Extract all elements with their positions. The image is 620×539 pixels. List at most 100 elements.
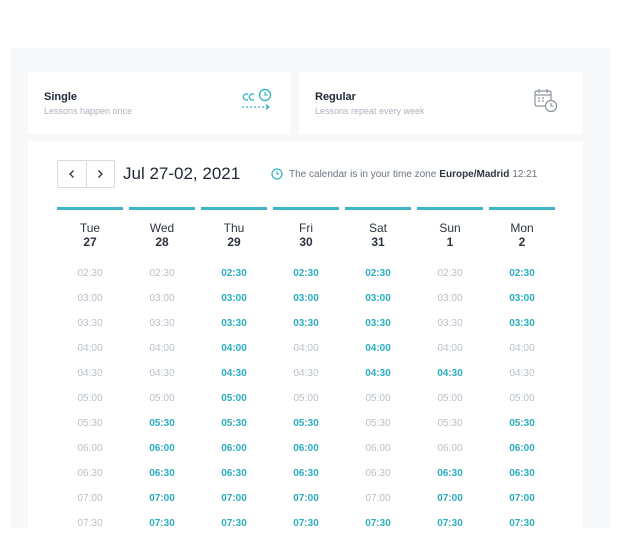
time-slot-unavailable: 04:30	[149, 368, 175, 379]
time-slot-available[interactable]: 07:00	[129, 486, 195, 511]
time-slot-available[interactable]: 03:30	[273, 311, 339, 336]
time-slot-available[interactable]: 06:30	[417, 461, 483, 486]
single-subtitle: Lessons happen once	[44, 106, 133, 116]
regular-subtitle: Lessons repeat every week	[315, 106, 425, 116]
day-column-bar	[345, 207, 411, 210]
time-slot-unavailable: 07:00	[365, 493, 391, 504]
time-slot-available[interactable]: 02:30	[201, 261, 267, 286]
day-name: Thu	[223, 221, 245, 235]
time-slot-available[interactable]: 05:00	[201, 386, 267, 411]
single-lesson-icon	[240, 88, 274, 117]
time-slot-unavailable: 06:30	[77, 468, 103, 479]
time-slot-unavailable: 05:00	[149, 393, 175, 404]
time-slot-unavailable: 04:30	[293, 368, 319, 379]
day-column: Sun 1 02:30 03:00 03:30 04:00 04:30 05:00 05:30 0…	[417, 207, 483, 536]
single-lesson-option[interactable]: Single Lessons happen once	[28, 72, 290, 134]
time-slot-available[interactable]: 06:00	[129, 436, 195, 461]
time-slot-unavailable: 04:30	[77, 368, 103, 379]
time-slot-available[interactable]: 06:00	[201, 436, 267, 461]
time-slot-unavailable: 06:30	[365, 468, 391, 479]
time-slot-unavailable: 04:00	[77, 343, 103, 354]
time-slot-unavailable: 06:00	[77, 443, 103, 454]
day-column: Tue 27 02:30 03:00 03:30 04:00 04:30 05:00 05:30…	[57, 207, 123, 536]
week-navigation	[57, 160, 115, 188]
day-column-bar	[57, 207, 123, 210]
day-column-bar	[489, 207, 555, 210]
time-slot-available[interactable]: 03:30	[489, 311, 555, 336]
time-slot-available[interactable]: 06:30	[129, 461, 195, 486]
time-slot-available[interactable]: 04:00	[345, 336, 411, 361]
day-column: Fri 30 02:30 03:00 03:30 04:00 04:30 05:00 05:30…	[273, 207, 339, 536]
calendar: Jul 27-02, 2021 The calendar is in your …	[28, 141, 583, 529]
time-slot-unavailable: 05:30	[437, 418, 463, 429]
single-title: Single	[44, 91, 78, 103]
day-name: Wed	[149, 221, 175, 235]
page-bottom-edge	[0, 528, 620, 539]
time-slot-available[interactable]: 07:00	[489, 486, 555, 511]
time-slot-unavailable: 02:30	[149, 268, 175, 279]
prev-week-button[interactable]	[58, 161, 86, 187]
day-date: 29	[227, 235, 241, 249]
time-slot-available[interactable]: 04:00	[201, 336, 267, 361]
time-slot-available[interactable]: 02:30	[489, 261, 555, 286]
time-slot-available[interactable]: 03:00	[201, 286, 267, 311]
time-slot-available[interactable]: 06:00	[489, 436, 555, 461]
time-slot-available[interactable]: 06:30	[489, 461, 555, 486]
time-slot-available[interactable]: 06:00	[273, 436, 339, 461]
time-slot-unavailable: 05:00	[437, 393, 463, 404]
day-name: Tue	[79, 221, 101, 235]
chevron-right-icon	[98, 170, 104, 178]
day-column: Thu 29 02:30 03:00 03:30 04:00 04:30 05:00 05:30…	[201, 207, 267, 536]
time-slot-unavailable: 03:00	[77, 293, 103, 304]
time-slot-available[interactable]: 03:30	[345, 311, 411, 336]
time-slot-unavailable: 04:00	[293, 343, 319, 354]
timezone-time: 12:21	[512, 168, 538, 180]
time-slot-available[interactable]: 03:00	[273, 286, 339, 311]
time-slot-available[interactable]: 03:00	[345, 286, 411, 311]
day-column: Mon 2 02:30 03:00 03:30 04:00 04:30 05:00 05:30 0…	[489, 207, 555, 536]
time-slot-available[interactable]: 07:00	[273, 486, 339, 511]
timezone-note: The calendar is in your time zone Europe…	[271, 168, 537, 180]
time-slot-available[interactable]: 06:30	[273, 461, 339, 486]
time-slot-unavailable: 07:00	[77, 493, 103, 504]
day-column: Wed 28 02:30 03:00 03:30 04:00 04:30 05:00 05:30…	[129, 207, 195, 536]
time-slot-available[interactable]: 05:30	[129, 411, 195, 436]
time-slot-available[interactable]: 05:30	[489, 411, 555, 436]
day-name: Sun	[439, 221, 461, 235]
time-slot-available[interactable]: 02:30	[273, 261, 339, 286]
time-slot-available[interactable]: 03:00	[489, 286, 555, 311]
day-date: 31	[371, 235, 385, 249]
time-slot-available[interactable]: 03:30	[201, 311, 267, 336]
time-slot-available[interactable]: 04:30	[345, 361, 411, 386]
time-slot-available[interactable]: 04:30	[417, 361, 483, 386]
day-column-bar	[129, 207, 195, 210]
day-name: Sat	[368, 221, 387, 235]
time-slot-unavailable: 02:30	[437, 268, 463, 279]
time-slot-list: 02:30 03:00 03:30 04:00 04:30 05:00 05:30 06:00…	[345, 261, 411, 536]
time-slot-unavailable: 03:30	[437, 318, 463, 329]
time-slot-available[interactable]: 05:30	[273, 411, 339, 436]
time-slot-unavailable: 04:00	[437, 343, 463, 354]
time-slot-list: 02:30 03:00 03:30 04:00 04:30 05:00 05:30 06:00…	[201, 261, 267, 536]
time-slot-available[interactable]: 06:30	[201, 461, 267, 486]
date-range: Jul 27-02, 2021	[123, 164, 241, 183]
timezone-prefix: The calendar is in your time zone	[289, 168, 437, 180]
time-slot-available[interactable]: 04:30	[201, 361, 267, 386]
time-slot-unavailable: 03:30	[149, 318, 175, 329]
time-slot-unavailable: 04:30	[509, 368, 535, 379]
time-slot-available[interactable]: 05:30	[201, 411, 267, 436]
time-slot-unavailable: 05:00	[77, 393, 103, 404]
day-column-bar	[273, 207, 339, 210]
time-slot-unavailable: 05:00	[293, 393, 319, 404]
next-week-button[interactable]	[85, 161, 115, 187]
time-slot-unavailable: 06:00	[365, 443, 391, 454]
time-slot-unavailable: 04:00	[509, 343, 535, 354]
time-slot-available[interactable]: 02:30	[345, 261, 411, 286]
time-slot-available[interactable]: 07:00	[417, 486, 483, 511]
regular-title: Regular	[315, 91, 356, 103]
time-slot-unavailable: 05:30	[77, 418, 103, 429]
time-slot-unavailable: 03:00	[437, 293, 463, 304]
day-date: 1	[446, 235, 454, 249]
time-slot-available[interactable]: 07:00	[201, 486, 267, 511]
regular-lesson-option[interactable]: Regular Lessons repeat every week	[299, 72, 583, 134]
